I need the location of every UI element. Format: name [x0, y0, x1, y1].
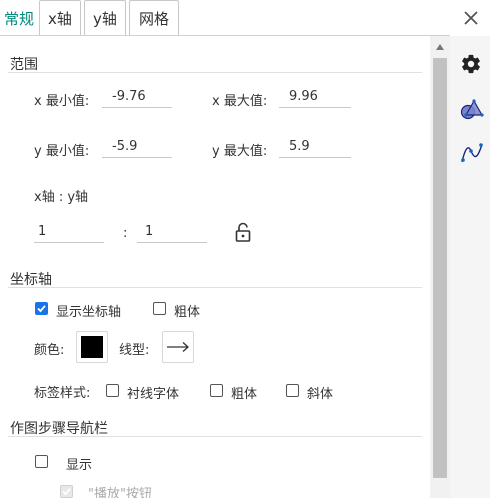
gear-icon[interactable]	[460, 53, 482, 75]
linestyle-button[interactable]	[162, 331, 194, 363]
scroll-thumb[interactable]	[433, 58, 447, 478]
ymin-input[interactable]: -5.9	[102, 136, 172, 158]
navbar-section-divider	[8, 436, 422, 437]
xmax-label: x 最大值:	[212, 94, 268, 109]
lock-open-icon[interactable]	[234, 222, 252, 242]
scroll-up-icon[interactable]	[430, 40, 450, 54]
navbar-section-title: 作图步骤导航栏	[10, 421, 108, 437]
ratio-y-input[interactable]: 1	[137, 221, 207, 243]
xmin-input[interactable]: -9.76	[102, 86, 172, 108]
italic-checkbox[interactable]	[286, 384, 299, 397]
ymin-label: y 最小值:	[34, 144, 90, 159]
axes-bold-label: 粗体	[174, 305, 201, 320]
axes-bold-checkbox[interactable]	[153, 302, 166, 315]
color-label: 颜色:	[34, 343, 65, 358]
serif-checkbox[interactable]	[106, 384, 119, 397]
close-icon[interactable]	[462, 9, 480, 27]
play-button-label: "播放"按钮	[88, 487, 152, 498]
axis-ratio-label: x轴 : y轴	[34, 190, 89, 205]
play-button-checkbox[interactable]	[60, 485, 73, 498]
tab-grid[interactable]: 网格	[129, 0, 179, 36]
side-toolbar	[450, 36, 490, 498]
navbar-show-label: 显示	[66, 458, 93, 473]
italic-label: 斜体	[307, 387, 334, 402]
xmax-input[interactable]: 9.96	[279, 86, 351, 108]
tab-bar: 常规 x轴 y轴 网格	[0, 0, 182, 36]
show-axes-checkbox[interactable]	[35, 302, 48, 315]
scrollbar[interactable]	[430, 36, 450, 498]
label-bold-checkbox[interactable]	[210, 384, 223, 397]
ymax-input[interactable]: 5.9	[279, 136, 351, 158]
range-section-divider	[8, 72, 422, 73]
color-swatch	[81, 336, 103, 358]
tab-general[interactable]: 常规	[0, 0, 36, 36]
label-bold-label: 粗体	[231, 387, 258, 402]
ratio-x-input[interactable]: 1	[34, 221, 104, 243]
serif-label: 衬线字体	[127, 387, 180, 402]
xmin-label: x 最小值:	[34, 94, 90, 109]
function-graph-icon[interactable]	[460, 141, 483, 163]
tab-y-axis[interactable]: y轴	[84, 0, 126, 36]
tab-x-axis[interactable]: x轴	[39, 0, 81, 36]
tabs-divider	[0, 35, 450, 36]
ymax-label: y 最大值:	[212, 144, 268, 159]
show-axes-label: 显示坐标轴	[56, 305, 122, 320]
axes-section-title: 坐标轴	[10, 272, 52, 288]
ratio-separator: :	[123, 226, 128, 241]
linestyle-label: 线型:	[119, 343, 150, 358]
color-picker-button[interactable]	[76, 331, 108, 363]
range-section-title: 范围	[10, 57, 38, 73]
graphics-shapes-icon[interactable]	[460, 97, 484, 120]
arrow-right-icon	[167, 342, 189, 352]
navbar-show-checkbox[interactable]	[35, 455, 48, 468]
label-style-label: 标签样式:	[34, 386, 91, 401]
axes-section-divider	[8, 287, 422, 288]
